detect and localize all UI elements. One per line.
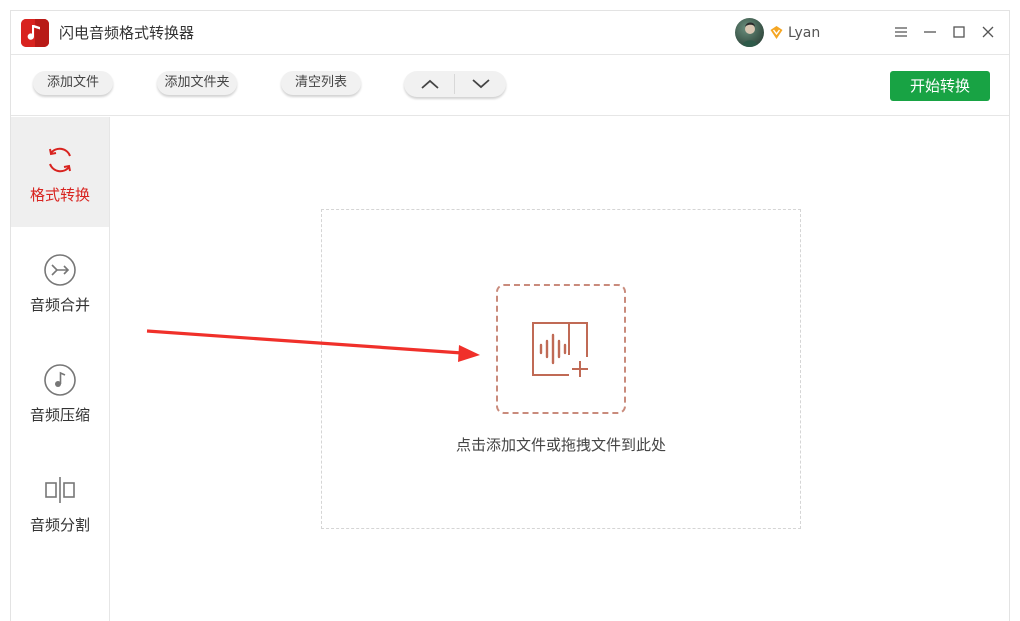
toolbar: 添加文件 添加文件夹 清空列表 开始转换 [11,56,1009,116]
maximize-icon[interactable] [950,23,968,41]
clear-list-button[interactable]: 清空列表 [281,71,361,95]
title-bar: 闪电音频格式转换器 Lyan [11,11,1009,55]
merge-icon [44,254,76,286]
vip-diamond-icon [769,25,784,40]
add-audio-button[interactable] [496,284,626,414]
split-icon [45,477,75,503]
drop-hint-text: 点击添加文件或拖拽文件到此处 [455,436,666,454]
app-title: 闪电音频格式转换器 [59,24,195,42]
main-panel: 点击添加文件或拖拽文件到此处 [111,117,1009,621]
sidebar-item-label: 音频合并 [29,296,90,314]
music-note-icon [44,364,76,396]
chevron-down-icon[interactable] [455,71,506,97]
menu-icon[interactable] [892,23,910,41]
sidebar-item-audio-merge[interactable]: 音频合并 [11,227,109,337]
sidebar: 格式转换 音频合并 音频压缩 音频分割 [11,117,110,621]
sidebar-item-label: 音频分割 [29,516,90,534]
sidebar-item-format-convert[interactable]: 格式转换 [11,117,109,227]
app-logo-icon [21,19,49,47]
username[interactable]: Lyan [788,23,820,43]
file-drop-zone[interactable]: 点击添加文件或拖拽文件到此处 [321,209,801,529]
add-folder-button[interactable]: 添加文件夹 [157,71,237,95]
user-avatar[interactable] [735,18,764,47]
chevron-up-icon[interactable] [404,71,455,97]
add-audio-icon [532,322,588,377]
sidebar-item-audio-compress[interactable]: 音频压缩 [11,337,109,447]
sidebar-item-label: 格式转换 [29,186,90,204]
minimize-icon[interactable] [921,23,939,41]
sidebar-item-audio-split[interactable]: 音频分割 [11,447,109,557]
start-convert-button[interactable]: 开始转换 [890,71,990,101]
app-window: 闪电音频格式转换器 Lyan 添加文件 添加文件夹 清空列表 开始转换 格式转换… [10,10,1010,621]
add-file-button[interactable]: 添加文件 [33,71,113,95]
close-icon[interactable] [979,23,997,41]
reorder-group [404,71,506,97]
refresh-icon [49,147,71,173]
sidebar-item-label: 音频压缩 [29,406,90,424]
